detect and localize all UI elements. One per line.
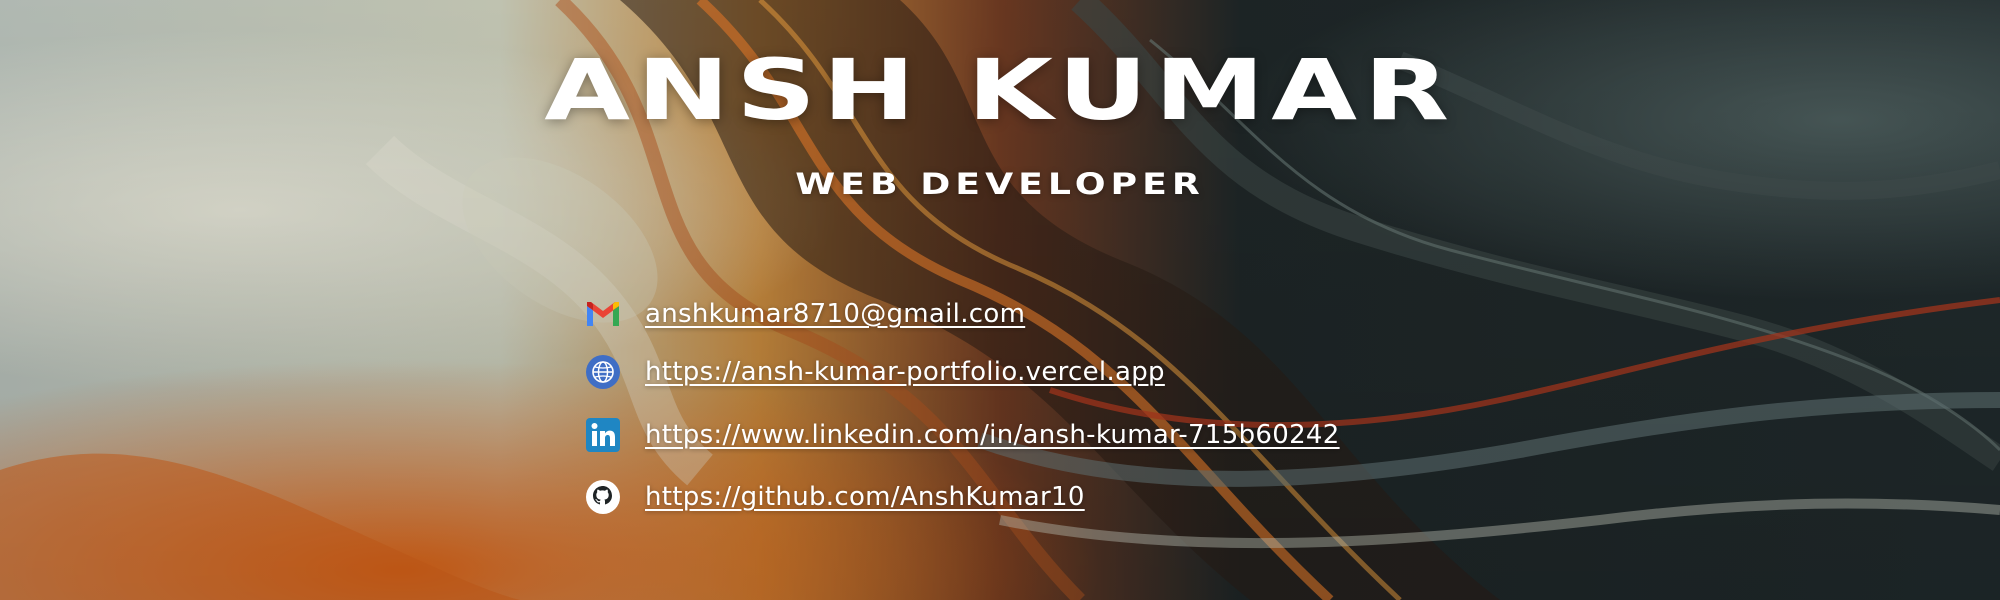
job-title: WEB DEVELOPER <box>795 167 1205 201</box>
github-icon <box>584 478 622 516</box>
portfolio-link[interactable]: https://ansh-kumar-portfolio.vercel.app <box>645 357 1165 387</box>
email-link[interactable]: anshkumar8710@gmail.com <box>645 299 1025 329</box>
globe-icon <box>584 353 622 391</box>
gmail-icon <box>584 295 622 333</box>
contact-item-github: https://github.com/AnshKumar10 <box>584 477 1085 517</box>
contact-item-email: anshkumar8710@gmail.com <box>584 294 1025 334</box>
contact-item-portfolio: https://ansh-kumar-portfolio.vercel.app <box>584 352 1165 392</box>
linkedin-link[interactable]: https://www.linkedin.com/in/ansh-kumar-7… <box>645 420 1340 450</box>
page-title: ANSH KUMAR <box>544 41 1456 139</box>
linkedin-icon <box>584 416 622 454</box>
github-link[interactable]: https://github.com/AnshKumar10 <box>645 482 1085 512</box>
contact-item-linkedin: https://www.linkedin.com/in/ansh-kumar-7… <box>584 415 1340 455</box>
